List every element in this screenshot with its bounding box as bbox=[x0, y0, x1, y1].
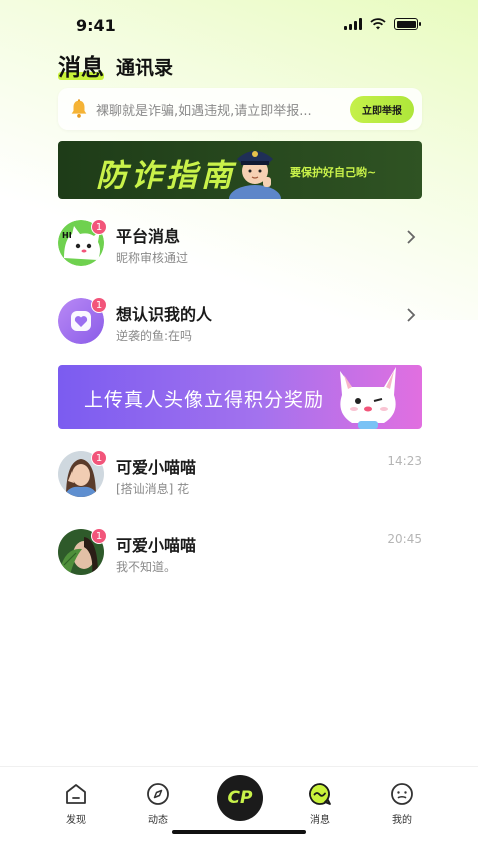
notice-text: 裸聊就是诈骗,如遇违规,请立即举报... bbox=[96, 103, 312, 119]
nav-discover-label: 发现 bbox=[66, 815, 86, 826]
nav-moments-label: 动态 bbox=[148, 815, 168, 826]
message-bubble-icon bbox=[309, 783, 331, 805]
report-button[interactable]: 立即举报 bbox=[350, 95, 414, 123]
bell-icon bbox=[71, 99, 87, 118]
chevron-right-icon bbox=[407, 308, 416, 322]
banner-fraud-title: 防诈指南 bbox=[96, 158, 236, 194]
tab-messages-label: 消息 bbox=[58, 55, 104, 81]
police-officer-illustration bbox=[229, 151, 281, 199]
banner-avatar-text: 上传真人头像立得积分奖励 bbox=[84, 389, 325, 411]
chat-time: 14:23 bbox=[387, 454, 422, 468]
cp-label: CP bbox=[227, 788, 253, 808]
status-time: 9:41 bbox=[76, 16, 116, 35]
nav-mine-label: 我的 bbox=[392, 815, 412, 826]
list-item-admirers[interactable]: 1 想认识我的人 逆袭的鱼:在吗 bbox=[58, 297, 422, 348]
chat-last-message: 我不知道。 bbox=[116, 560, 177, 574]
home-icon bbox=[66, 784, 86, 804]
status-bar: 9:41 bbox=[0, 0, 478, 50]
nav-mine[interactable]: 我的 bbox=[377, 781, 427, 826]
chat-row[interactable]: 1 可爱小喵喵 我不知道。 20:45 bbox=[58, 528, 422, 579]
unread-badge: 1 bbox=[91, 219, 107, 235]
upload-avatar-reward-banner[interactable]: 上传真人头像立得积分奖励 bbox=[58, 365, 422, 429]
nav-discover[interactable]: 发现 bbox=[51, 781, 101, 826]
message-tabs: 消息 通讯录 bbox=[58, 48, 173, 82]
chevron-right-icon bbox=[407, 230, 416, 244]
unread-badge: 1 bbox=[91, 450, 107, 466]
chat-last-message: [搭讪消息] 花 bbox=[116, 482, 190, 496]
profile-face-icon bbox=[391, 783, 413, 805]
home-indicator bbox=[172, 830, 306, 834]
compass-icon bbox=[147, 783, 169, 805]
bottom-navigation: 发现 动态 CP 消息 我的 bbox=[0, 766, 478, 850]
cat-mascot-illustration bbox=[340, 367, 396, 429]
unread-badge: 1 bbox=[91, 528, 107, 544]
signal-icon bbox=[344, 18, 362, 30]
banner-fraud-subtitle: 要保护好自己哟~ bbox=[290, 166, 377, 179]
chat-time: 20:45 bbox=[387, 532, 422, 546]
nav-moments[interactable]: 动态 bbox=[133, 781, 183, 826]
battery-icon bbox=[394, 18, 421, 30]
svg-text:HI: HI bbox=[62, 231, 72, 240]
nav-messages-label: 消息 bbox=[310, 815, 330, 826]
tab-contacts[interactable]: 通讯录 bbox=[116, 53, 173, 82]
anti-fraud-notice: 裸聊就是诈骗,如遇违规,请立即举报... 立即举报 bbox=[58, 88, 422, 130]
anti-fraud-guide-banner[interactable]: 防诈指南 要保护好自己哟~ bbox=[58, 141, 422, 199]
list-item-subtitle: 昵称审核通过 bbox=[116, 251, 189, 265]
chat-name: 可爱小喵喵 bbox=[116, 458, 197, 477]
list-item-title: 想认识我的人 bbox=[116, 305, 213, 324]
cp-center-button[interactable]: CP bbox=[217, 775, 263, 821]
wifi-icon bbox=[370, 18, 386, 30]
list-item-title: 平台消息 bbox=[116, 227, 181, 246]
nav-messages[interactable]: 消息 bbox=[295, 781, 345, 826]
chat-row[interactable]: 1 可爱小喵喵 [搭讪消息] 花 14:23 bbox=[58, 450, 422, 501]
status-icons bbox=[344, 18, 421, 30]
tab-messages[interactable]: 消息 bbox=[58, 48, 104, 82]
list-item-platform-messages[interactable]: HI 1 平台消息 昵称审核通过 bbox=[58, 219, 422, 270]
list-item-subtitle: 逆袭的鱼:在吗 bbox=[116, 329, 193, 343]
chat-name: 可爱小喵喵 bbox=[116, 536, 197, 555]
unread-badge: 1 bbox=[91, 297, 107, 313]
